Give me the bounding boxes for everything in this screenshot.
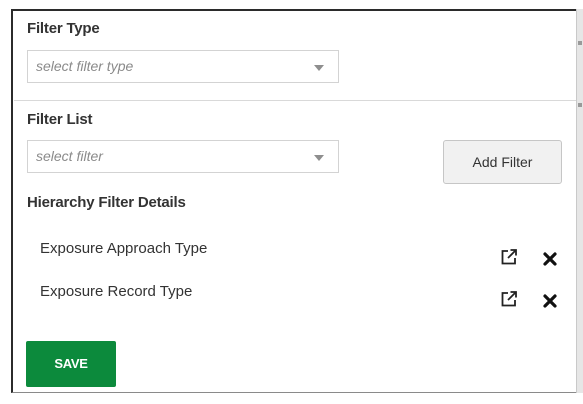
external-link-icon[interactable] [500,290,518,308]
filter-type-placeholder: select filter type [36,58,134,74]
external-link-icon[interactable] [500,248,518,266]
filter-list-label: Filter List [27,111,93,128]
filter-type-select[interactable]: select filter type [27,50,339,83]
section-divider [14,100,576,101]
close-icon[interactable] [543,294,557,308]
scrollbar-tick [578,41,582,45]
scrollbar-tick [578,103,582,107]
hierarchy-heading: Hierarchy Filter Details [27,194,186,211]
hierarchy-item-label: Exposure Approach Type [40,240,208,257]
add-filter-button[interactable]: Add Filter [443,140,562,184]
filter-list-select[interactable]: select filter [27,140,339,173]
save-button[interactable]: SAVE [26,341,116,387]
filter-list-placeholder: select filter [36,148,103,164]
hierarchy-item-label: Exposure Record Type [40,283,193,300]
chevron-down-icon [314,155,324,161]
filter-dialog: Filter Type select filter type Filter Li… [0,0,583,404]
scrollbar[interactable] [576,9,583,393]
chevron-down-icon [314,65,324,71]
close-icon[interactable] [543,252,557,266]
filter-type-label: Filter Type [27,20,100,37]
